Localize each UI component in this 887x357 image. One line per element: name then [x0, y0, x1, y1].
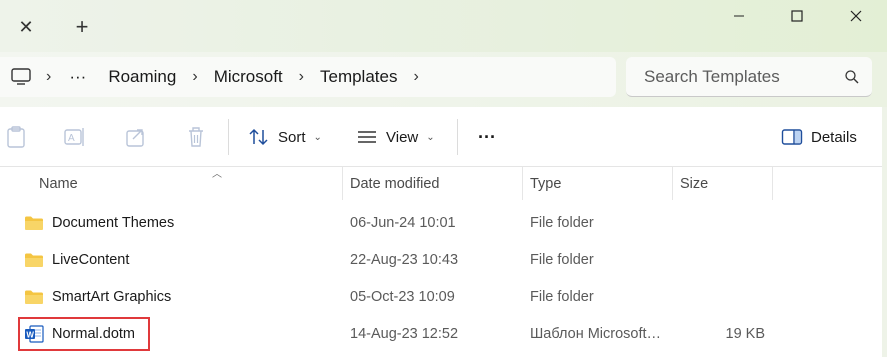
size-cell: 19 KB	[725, 325, 766, 342]
window-close-button[interactable]	[827, 0, 885, 32]
chevron-right-icon[interactable]: ›	[399, 68, 432, 86]
folder-icon	[25, 216, 43, 230]
table-row[interactable]: LiveContent 22-Aug-23 10:43 File folder	[0, 241, 887, 278]
view-button[interactable]: View ⌄	[356, 121, 435, 153]
new-tab-button[interactable]: +	[64, 10, 100, 44]
type-cell: File folder	[530, 251, 594, 268]
type-cell: File folder	[530, 214, 594, 231]
address-row: › ··· Roaming › Microsoft › Templates › …	[0, 52, 887, 107]
file-name: LiveContent	[52, 251, 130, 268]
chevron-right-icon[interactable]: ›	[178, 68, 211, 86]
date-cell: 06-Jun-24 10:01	[350, 214, 456, 231]
address-bar[interactable]: › ··· Roaming › Microsoft › Templates ›	[0, 57, 616, 97]
breadcrumb-roaming[interactable]: Roaming	[106, 67, 178, 87]
sort-label: Sort	[278, 128, 306, 146]
details-pane-button[interactable]: Details	[781, 121, 857, 153]
chevron-right-icon[interactable]: ›	[32, 68, 65, 86]
folder-icon	[25, 253, 43, 267]
more-icon: ···	[478, 126, 496, 147]
table-row[interactable]: SmartArt Graphics 05-Oct-23 10:09 File f…	[0, 278, 887, 315]
type-cell: Шаблон Microsoft…	[530, 325, 662, 342]
type-cell: File folder	[530, 288, 594, 305]
folder-icon	[25, 290, 43, 304]
minimize-icon	[734, 15, 744, 17]
table-row[interactable]: W Normal.dotm 14-Aug-23 12:52 Шаблон Mic…	[0, 315, 887, 352]
toolbar-divider	[457, 119, 458, 155]
maximize-icon	[791, 10, 803, 22]
maximize-button[interactable]	[768, 0, 826, 32]
column-header-name[interactable]: Name ︿	[32, 167, 343, 200]
column-header-size-label: Size	[680, 175, 709, 192]
computer-icon[interactable]	[0, 67, 32, 87]
column-header-size[interactable]: Size	[673, 167, 773, 200]
search-placeholder: Search Templates	[644, 66, 780, 86]
details-label: Details	[811, 128, 857, 146]
file-name-cell[interactable]: Document Themes	[24, 204, 174, 241]
plus-icon: +	[75, 14, 89, 39]
command-bar: A Sort ⌄ View ⌄ ··· Details	[0, 107, 887, 167]
file-name-cell[interactable]: SmartArt Graphics	[24, 278, 171, 315]
sort-ascending-icon: ︿	[212, 169, 222, 180]
close-icon	[850, 10, 862, 22]
window-edge	[882, 107, 887, 357]
view-icon	[358, 131, 376, 143]
table-row[interactable]: Document Themes 06-Jun-24 10:01 File fol…	[0, 204, 887, 241]
breadcrumb-microsoft[interactable]: Microsoft	[212, 67, 285, 87]
chevron-right-icon[interactable]: ›	[285, 68, 318, 86]
delete-icon[interactable]	[183, 124, 209, 150]
share-icon[interactable]	[123, 124, 149, 150]
date-cell: 14-Aug-23 12:52	[350, 325, 459, 342]
file-name: Document Themes	[52, 214, 175, 231]
breadcrumb-ellipsis[interactable]: ···	[65, 67, 90, 87]
column-headers: Name ︿ Date modified Type Size	[0, 167, 887, 200]
more-options-button[interactable]: ···	[478, 121, 496, 153]
column-header-date-label: Date modified	[350, 175, 440, 192]
column-header-name-label: Name	[39, 175, 78, 192]
sort-button[interactable]: Sort ⌄	[248, 121, 322, 153]
svg-text:A: A	[68, 133, 75, 144]
column-header-date-modified[interactable]: Date modified	[343, 167, 523, 200]
sort-icon	[249, 128, 268, 146]
view-label: View	[386, 128, 419, 146]
search-icon[interactable]	[832, 69, 872, 85]
tab-close-button[interactable]: ✕	[8, 10, 44, 44]
minimize-button[interactable]	[710, 0, 768, 32]
toolbar-divider	[228, 119, 229, 155]
file-name: Normal.dotm	[52, 325, 135, 342]
chevron-down-icon: ⌄	[426, 131, 435, 143]
breadcrumb-templates[interactable]: Templates	[318, 67, 399, 87]
paste-icon[interactable]	[3, 124, 29, 150]
rename-icon[interactable]: A	[62, 124, 88, 150]
column-header-type[interactable]: Type	[523, 167, 673, 200]
file-list: Document Themes 06-Jun-24 10:01 File fol…	[0, 204, 887, 352]
details-pane-icon	[781, 129, 803, 145]
svg-text:W: W	[26, 330, 34, 339]
date-cell: 22-Aug-23 10:43	[350, 251, 459, 268]
word-document-icon: W	[25, 324, 44, 343]
date-cell: 05-Oct-23 10:09	[350, 288, 455, 305]
chevron-down-icon: ⌄	[313, 131, 322, 143]
file-name: SmartArt Graphics	[52, 288, 172, 305]
search-input[interactable]: Search Templates	[626, 57, 872, 97]
title-bar: ✕ +	[0, 0, 887, 52]
file-name-cell[interactable]: LiveContent	[24, 241, 129, 278]
close-icon: ✕	[18, 16, 34, 37]
file-name-cell[interactable]: W Normal.dotm	[24, 315, 135, 352]
column-header-type-label: Type	[530, 175, 562, 192]
